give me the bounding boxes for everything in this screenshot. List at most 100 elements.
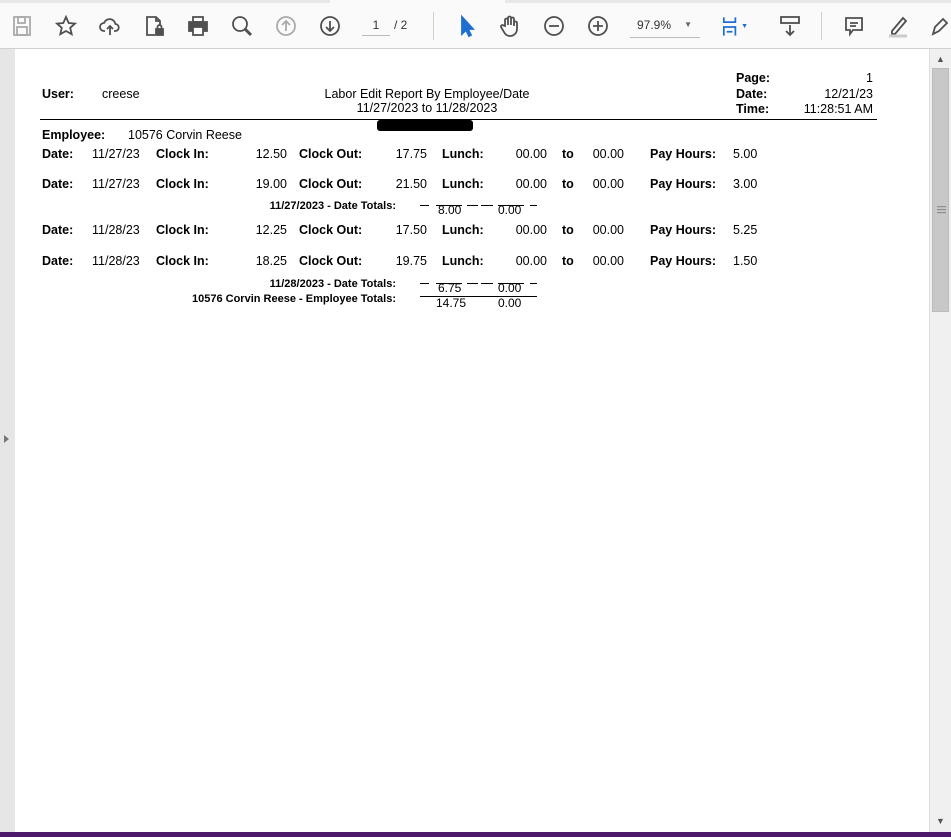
total-rule (436, 205, 462, 206)
page-value: 1 (866, 71, 873, 85)
row-date: 11/28/23 (92, 223, 140, 237)
left-panel-toggle[interactable] (0, 49, 15, 832)
totals-label: 11/28/2023 - Date Totals: (269, 278, 396, 290)
user-value: creese (102, 87, 140, 101)
toolbar: 1 / 2 97.9% ▼ ▼ (0, 0, 951, 49)
date-label: Date: (42, 147, 74, 161)
lunch-label: Lunch: (442, 223, 484, 237)
divider (821, 12, 822, 40)
expand-arrow-icon (4, 435, 9, 443)
hand-tool-icon[interactable] (496, 12, 524, 40)
pay-hours-label: Pay Hours: (650, 147, 716, 161)
row-pay: 5.25 (733, 223, 758, 237)
row-pay: 3.00 (733, 177, 758, 191)
row-lunch-to: 00.00 (592, 177, 624, 191)
row-in: 19.00 (255, 177, 287, 191)
date-label: Date: (42, 177, 74, 191)
lunch-label: Lunch: (442, 254, 484, 268)
protect-document-icon[interactable] (140, 12, 168, 40)
zoom-in-icon[interactable] (584, 12, 612, 40)
highlight-icon[interactable] (884, 12, 912, 40)
row-lunch-from: 00.00 (515, 147, 547, 161)
total-rule (467, 283, 478, 284)
lunch-label: Lunch: (442, 177, 484, 191)
row-in: 18.25 (255, 254, 287, 268)
totals-lunch: 0.00 (498, 296, 522, 310)
date-value: 12/21/23 (824, 87, 873, 101)
pay-hours-label: Pay Hours: (650, 177, 716, 191)
employee-label: Employee: (42, 128, 106, 142)
page-number-input[interactable]: 1 (362, 14, 390, 36)
row-lunch-from: 00.00 (515, 254, 547, 268)
row-pay: 1.50 (733, 254, 758, 268)
pdf-page: User: creese Labor Edit Report By Employ… (15, 49, 929, 832)
row-out: 17.75 (395, 147, 427, 161)
totals-label: 11/27/2023 - Date Totals: (269, 200, 396, 212)
comment-icon[interactable] (840, 12, 868, 40)
total-rule (530, 205, 537, 206)
time-value: 11:28:51 AM (803, 102, 873, 116)
clock-in-label: Clock In: (156, 147, 209, 161)
total-rule (420, 296, 537, 297)
pay-hours-label: Pay Hours: (650, 223, 716, 237)
page-label: Page: (736, 71, 771, 85)
total-rule (498, 283, 524, 284)
row-lunch-from: 00.00 (515, 223, 547, 237)
date-label: Date: (736, 87, 768, 101)
clock-in-label: Clock In: (156, 177, 209, 191)
row-in: 12.50 (255, 147, 287, 161)
scroll-up-icon[interactable]: ▲ (930, 51, 951, 68)
total-rule (481, 283, 493, 284)
time-label: Time: (736, 102, 770, 116)
total-rule (481, 205, 493, 206)
clock-in-label: Clock In: (156, 223, 209, 237)
sign-icon[interactable] (926, 12, 951, 40)
scroll-down-icon[interactable]: ▼ (930, 813, 951, 830)
previous-page-icon[interactable] (272, 12, 300, 40)
bookmark-star-icon[interactable] (52, 12, 80, 40)
search-zoom-icon[interactable] (228, 12, 256, 40)
scroll-thumb[interactable]: — — — (932, 68, 949, 312)
save-icon[interactable] (8, 12, 36, 40)
row-date: 11/27/23 (92, 177, 140, 191)
row-pay: 5.00 (733, 147, 758, 161)
total-rule (420, 205, 429, 206)
header-rule (40, 119, 877, 120)
vertical-scrollbar[interactable]: ▲ — — — ▼ (929, 49, 951, 832)
next-page-icon[interactable] (316, 12, 344, 40)
row-date: 11/27/23 (92, 147, 140, 161)
date-range: 11/27/2023 to 11/28/2023 (356, 101, 498, 115)
row-date: 11/28/23 (92, 254, 140, 268)
row-out: 21.50 (395, 177, 427, 191)
employee-value: 10576 Corvin Reese (128, 128, 242, 142)
tab-strip (0, 0, 951, 3)
row-lunch-to: 00.00 (592, 223, 624, 237)
clock-in-label: Clock In: (156, 254, 209, 268)
row-lunch-from: 00.00 (515, 177, 547, 191)
row-lunch-to: 00.00 (592, 254, 624, 268)
row-out: 19.75 (395, 254, 427, 268)
fit-page-icon[interactable]: ▼ (720, 12, 748, 40)
total-rule (420, 283, 429, 284)
totals-hours: 14.75 (436, 296, 467, 310)
zoom-value: 97.9% (637, 18, 672, 32)
totals-label: 10576 Corvin Reese - Employee Totals: (192, 293, 396, 305)
upload-cloud-icon[interactable] (96, 12, 124, 40)
taskbar-edge (0, 832, 951, 837)
select-cursor-icon[interactable] (452, 12, 480, 40)
zoom-select[interactable]: 97.9% ▼ (630, 14, 700, 38)
row-lunch-to: 00.00 (592, 147, 624, 161)
lunch-label: Lunch: (442, 147, 484, 161)
redaction (377, 120, 473, 131)
chevron-down-icon: ▼ (684, 20, 692, 29)
total-rule (436, 283, 462, 284)
total-rule (467, 205, 478, 206)
zoom-out-icon[interactable] (540, 12, 568, 40)
page-total: / 2 (394, 18, 408, 32)
pay-hours-label: Pay Hours: (650, 254, 716, 268)
date-label: Date: (42, 223, 74, 237)
read-mode-icon[interactable] (776, 12, 804, 40)
print-icon[interactable] (184, 12, 212, 40)
row-out: 17.50 (395, 223, 427, 237)
date-label: Date: (42, 254, 74, 268)
